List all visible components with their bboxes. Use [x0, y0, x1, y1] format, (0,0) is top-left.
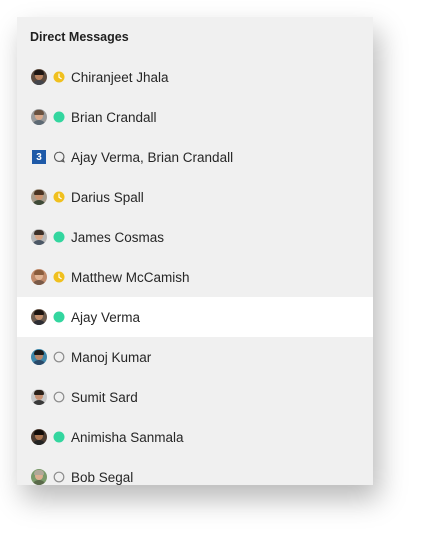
dm-name: Manoj Kumar — [71, 349, 152, 365]
offline-status-icon — [53, 471, 65, 483]
dm-item[interactable]: Matthew McCamish — [17, 257, 373, 297]
avatar — [31, 389, 47, 405]
dm-item[interactable]: 3 Ajay Verma, Brian Crandall — [17, 137, 373, 177]
avatar — [31, 269, 47, 285]
dm-name: Ajay Verma, Brian Crandall — [71, 149, 234, 165]
group-member-count-badge: 3 — [32, 150, 46, 164]
dm-name: Animisha Sanmala — [71, 429, 184, 445]
available-status-icon — [53, 311, 65, 323]
direct-messages-panel: Direct Messages Chiranjeet Jhala Brian C… — [17, 17, 373, 485]
avatar — [31, 189, 47, 205]
dm-item-selected[interactable]: Ajay Verma — [17, 297, 373, 337]
dm-item[interactable]: Animisha Sanmala — [17, 417, 373, 457]
dm-item[interactable]: Sumit Sard — [17, 377, 373, 417]
dm-name: Sumit Sard — [71, 389, 138, 405]
dm-item[interactable]: Brian Crandall — [17, 97, 373, 137]
offline-status-icon — [53, 391, 65, 403]
dm-item[interactable]: Chiranjeet Jhala — [17, 57, 373, 97]
direct-messages-header: Direct Messages — [30, 30, 129, 44]
away-status-icon — [53, 271, 65, 283]
dm-item[interactable]: Bob Segal — [17, 457, 373, 485]
avatar — [31, 349, 47, 365]
avatar — [31, 69, 47, 85]
group-chat-icon — [53, 151, 65, 163]
dm-name: Bob Segal — [71, 469, 134, 485]
available-status-icon — [53, 111, 65, 123]
away-status-icon — [53, 191, 65, 203]
dm-name: Darius Spall — [71, 189, 144, 205]
available-status-icon — [53, 431, 65, 443]
dm-name: Matthew McCamish — [71, 269, 190, 285]
avatar — [31, 109, 47, 125]
dm-item[interactable]: Darius Spall — [17, 177, 373, 217]
avatar — [31, 309, 47, 325]
dm-item[interactable]: James Cosmas — [17, 217, 373, 257]
dm-name: Brian Crandall — [71, 109, 157, 125]
dm-item[interactable]: Manoj Kumar — [17, 337, 373, 377]
avatar — [31, 229, 47, 245]
offline-status-icon — [53, 351, 65, 363]
dm-name: Ajay Verma — [71, 309, 141, 325]
dm-name: Chiranjeet Jhala — [71, 69, 169, 85]
avatar — [31, 469, 47, 485]
avatar — [31, 429, 47, 445]
available-status-icon — [53, 231, 65, 243]
away-status-icon — [53, 71, 65, 83]
direct-messages-list: Chiranjeet Jhala Brian Crandall 3 Ajay V… — [17, 57, 373, 485]
dm-name: James Cosmas — [71, 229, 165, 245]
